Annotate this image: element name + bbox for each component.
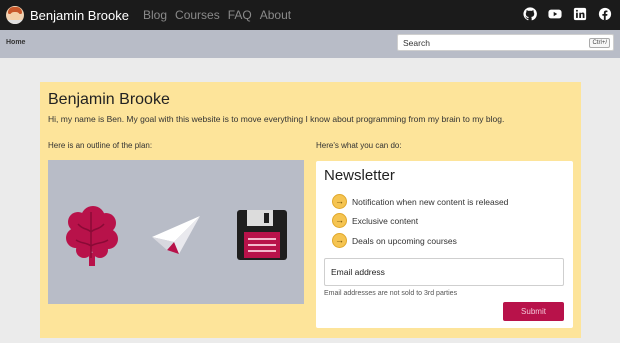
- benefit-item: → Deals on upcoming courses: [332, 233, 457, 248]
- paper-plane-icon: [152, 216, 200, 254]
- github-icon[interactable]: [523, 7, 537, 21]
- facebook-icon[interactable]: [598, 7, 612, 21]
- submit-button[interactable]: Submit: [503, 302, 564, 321]
- search-placeholder: Search: [403, 38, 430, 48]
- newsletter-title: Newsletter: [324, 167, 395, 184]
- youtube-icon[interactable]: [548, 7, 562, 21]
- search-shortcut: Ctrl+/: [589, 38, 610, 48]
- arrow-right-icon: →: [332, 233, 347, 248]
- privacy-note: Email addresses are not sold to 3rd part…: [324, 290, 458, 297]
- main-nav: Blog Courses FAQ About: [143, 8, 291, 22]
- nav-faq[interactable]: FAQ: [228, 8, 252, 22]
- intro-text: Hi, my name is Ben. My goal with this we…: [48, 114, 505, 124]
- site-brand[interactable]: Benjamin Brooke: [30, 8, 129, 23]
- top-navbar: Benjamin Brooke Blog Courses FAQ About: [0, 0, 620, 30]
- search-input[interactable]: Search Ctrl+/: [397, 34, 614, 51]
- nav-courses[interactable]: Courses: [175, 8, 220, 22]
- arrow-right-icon: →: [332, 213, 347, 228]
- benefit-item: → Exclusive content: [332, 213, 418, 228]
- todo-label: Here's what you can do:: [316, 141, 402, 150]
- plan-illustration: [48, 160, 304, 304]
- avatar[interactable]: [6, 6, 24, 24]
- breadcrumb[interactable]: Home: [6, 39, 25, 46]
- newsletter-card: Newsletter → Notification when new conte…: [316, 161, 573, 328]
- arrow-right-icon: →: [332, 194, 347, 209]
- nav-blog[interactable]: Blog: [143, 8, 167, 22]
- social-links: [523, 7, 612, 21]
- nav-about[interactable]: About: [260, 8, 291, 22]
- outline-label: Here is an outline of the plan:: [48, 141, 153, 150]
- floppy-disk-icon: [237, 210, 287, 260]
- page-title: Benjamin Brooke: [48, 91, 170, 108]
- benefit-item: → Notification when new content is relea…: [332, 194, 508, 209]
- brain-icon: [66, 206, 118, 266]
- linkedin-icon[interactable]: [573, 7, 587, 21]
- email-field[interactable]: [324, 258, 564, 286]
